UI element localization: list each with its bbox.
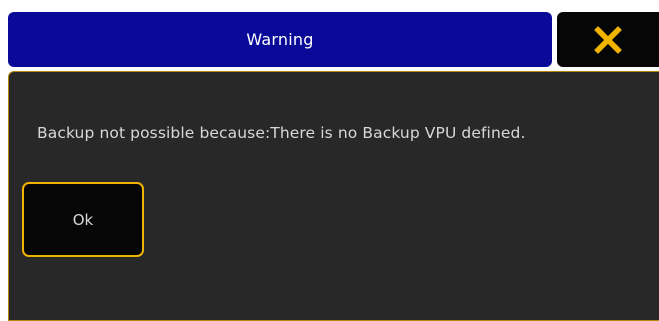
ok-button-label: Ok — [72, 210, 94, 229]
dialog-title: Warning — [246, 30, 314, 49]
ok-button[interactable]: Ok — [22, 182, 144, 257]
warning-dialog: Warning Backup not possible because:Ther… — [0, 0, 659, 321]
dialog-titlebar[interactable]: Warning — [8, 12, 552, 67]
dialog-body: Backup not possible because:There is no … — [8, 71, 659, 321]
close-icon — [594, 25, 622, 54]
warning-message: Backup not possible because:There is no … — [37, 124, 526, 142]
close-button[interactable] — [557, 12, 659, 67]
